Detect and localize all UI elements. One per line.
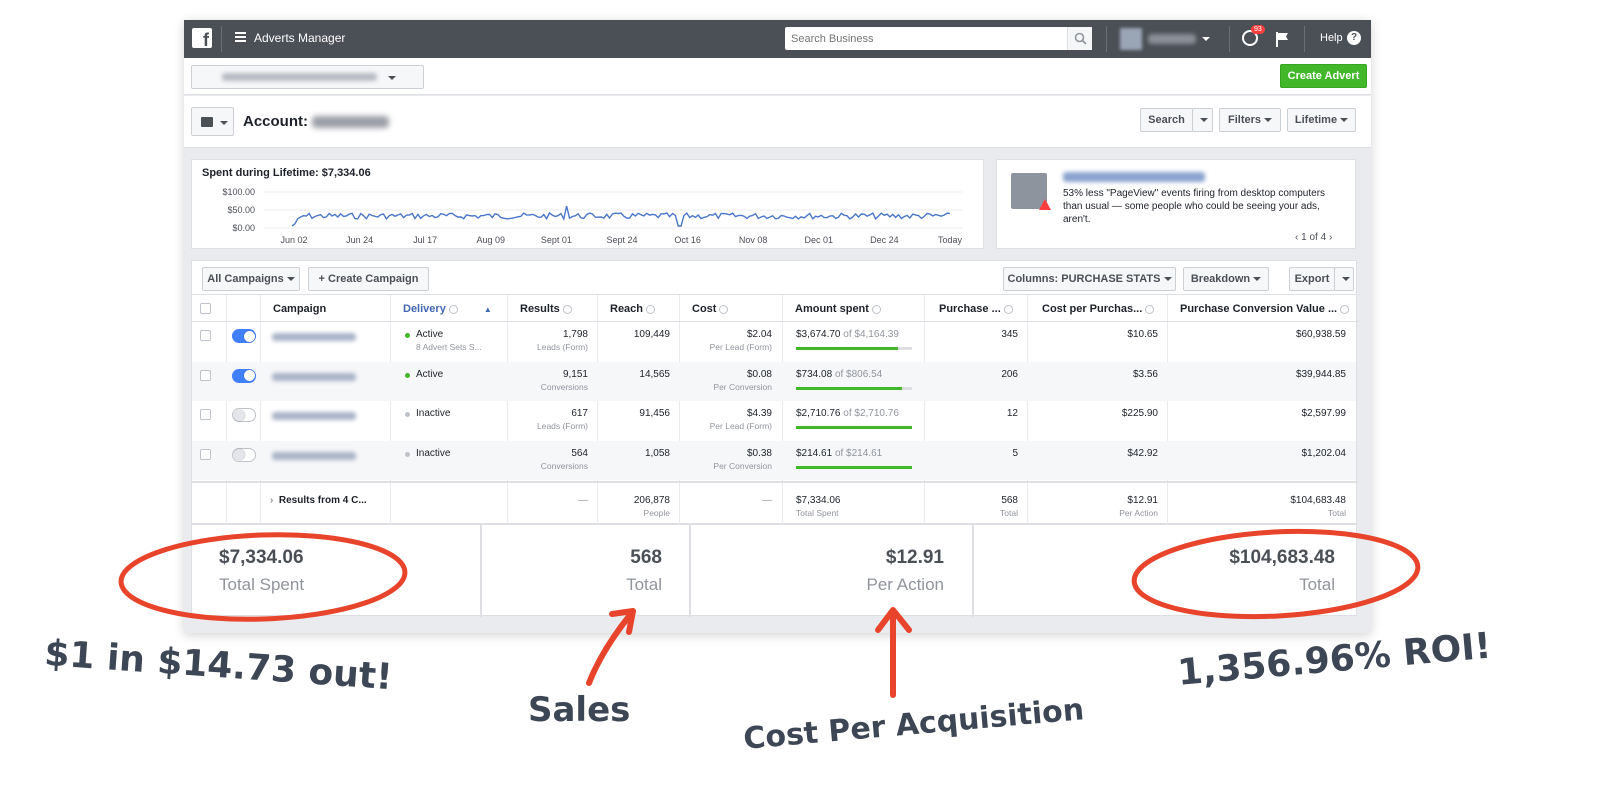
sales-annotation: Sales [528, 690, 631, 730]
value-highlight-circle [1131, 528, 1421, 620]
sales-arrow-icon [586, 612, 633, 686]
spent-highlight-circle [118, 532, 408, 622]
